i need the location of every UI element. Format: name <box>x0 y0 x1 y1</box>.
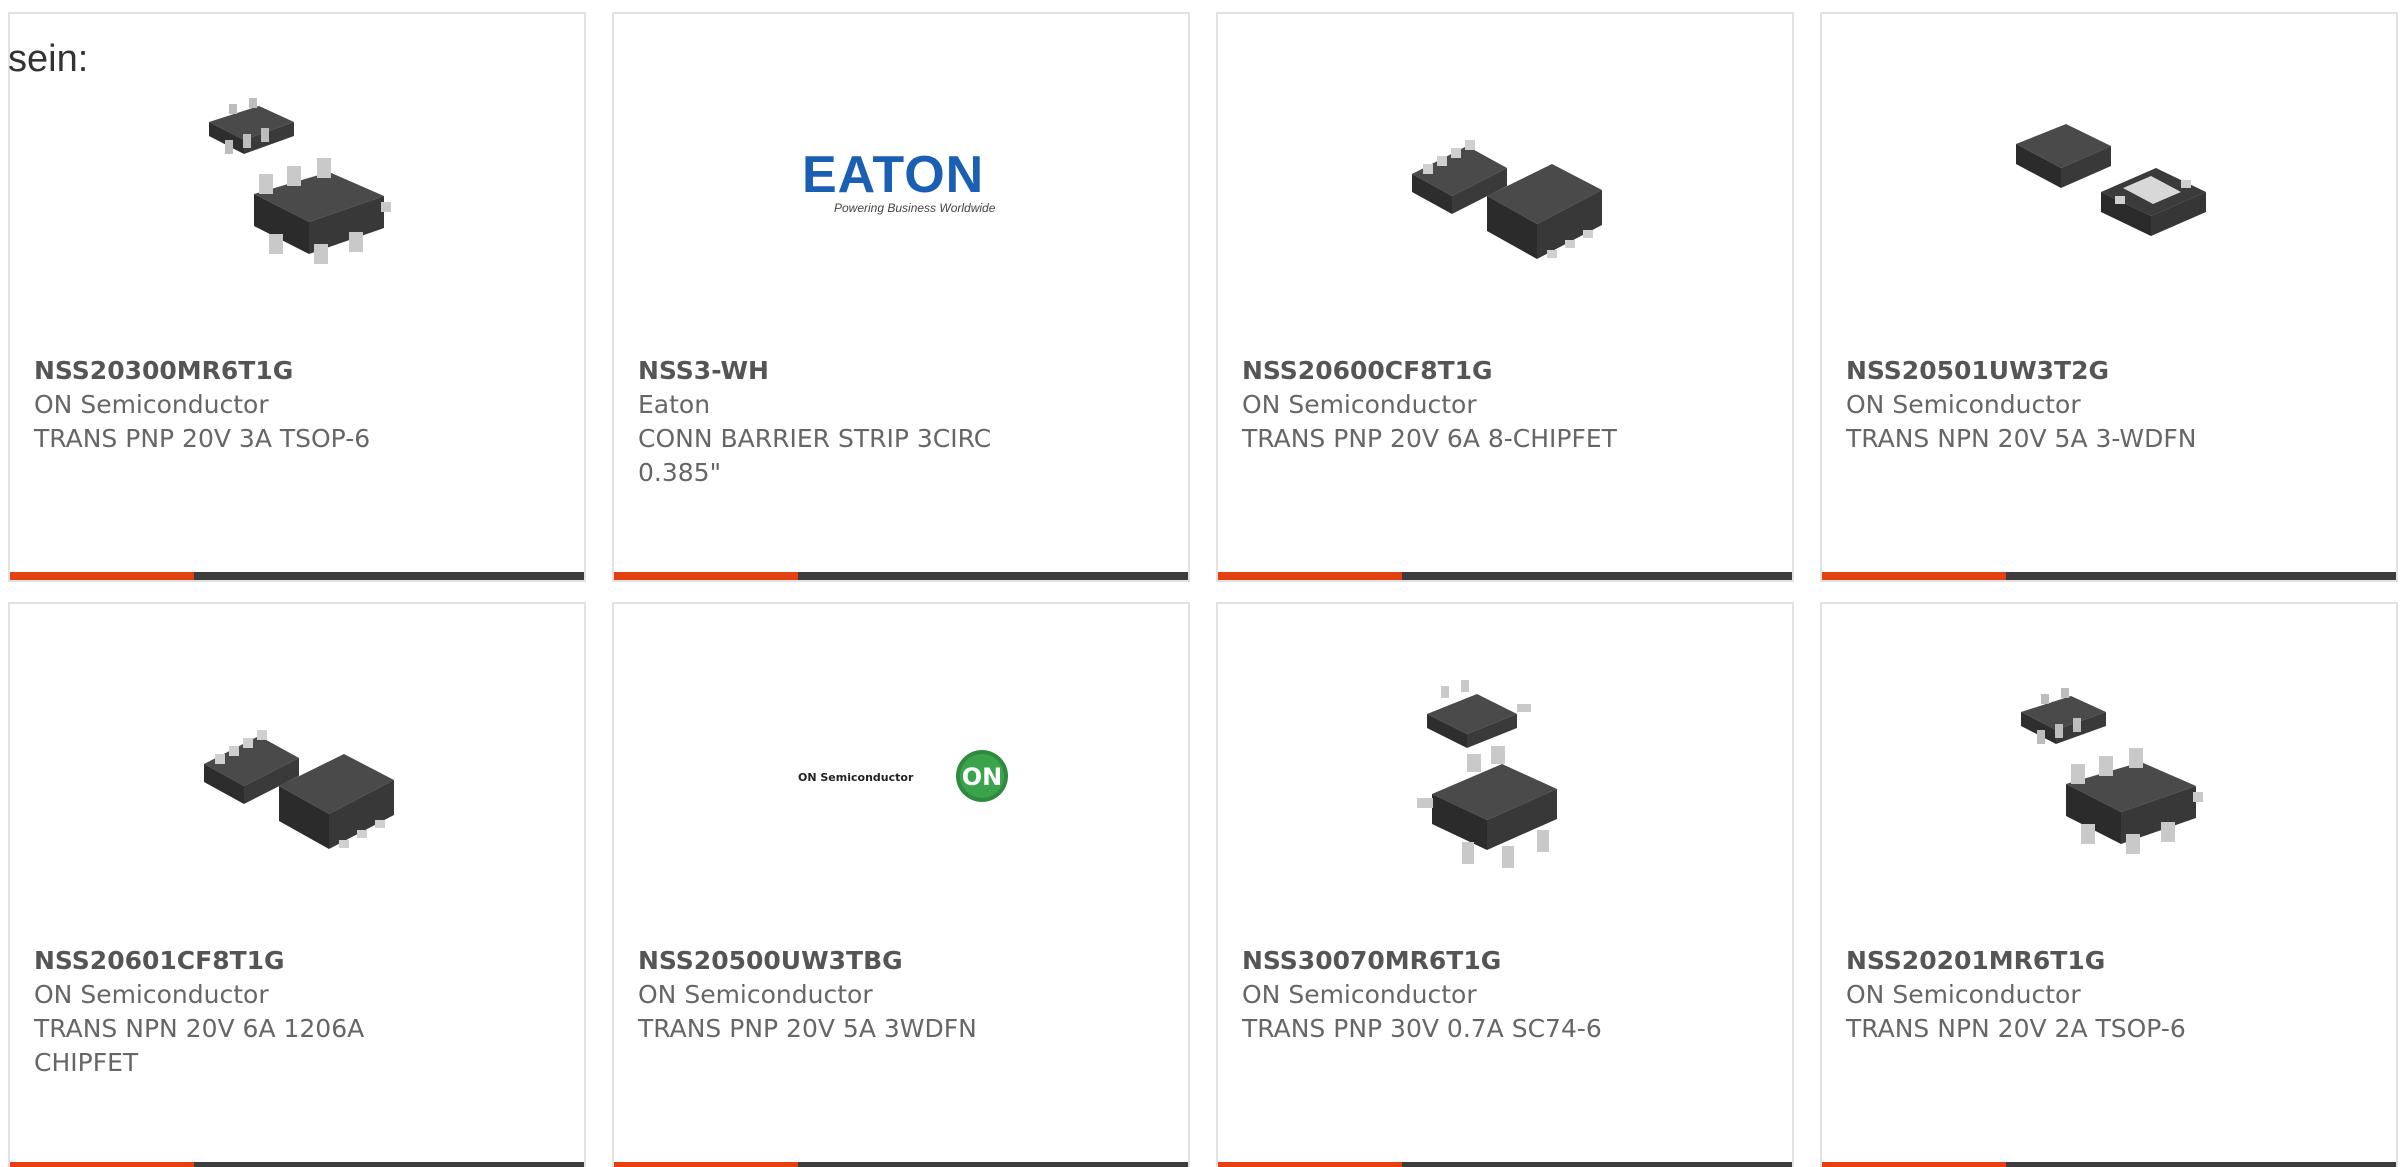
product-info: NSS20300MR6T1G ON Semiconductor TRANS PN… <box>34 354 454 456</box>
product-card[interactable]: NSS20501UW3T2G ON Semiconductor TRANS NP… <box>1820 12 2398 582</box>
product-part-number[interactable]: NSS20300MR6T1G <box>34 354 454 388</box>
product-info: NSS20500UW3TBG ON Semiconductor TRANS PN… <box>638 944 1058 1046</box>
card-bar-accent <box>10 572 194 580</box>
product-card[interactable]: NSS30070MR6T1G ON Semiconductor TRANS PN… <box>1216 602 1794 1167</box>
product-manufacturer: ON Semiconductor <box>34 390 269 419</box>
card-bar-accent <box>1218 1162 1402 1167</box>
card-bar-accent <box>1218 572 1402 580</box>
product-manufacturer: ON Semiconductor <box>1846 980 2081 1009</box>
product-image[interactable] <box>1407 674 1607 874</box>
card-bar <box>1822 1162 2396 1167</box>
product-info: NSS3-WH Eaton CONN BARRIER STRIP 3CIRC 0… <box>638 354 1058 490</box>
product-description: TRANS PNP 20V 3A TSOP-6 <box>34 424 371 453</box>
tsop6-dual-chip-image <box>209 98 391 264</box>
card-bar <box>1218 572 1792 580</box>
product-description: CONN BARRIER STRIP 3CIRC 0.385" <box>638 424 992 487</box>
on-semiconductor-logo: ON Semiconductor ON <box>798 750 1008 802</box>
product-manufacturer: ON Semiconductor <box>34 980 269 1009</box>
card-bar <box>1822 572 2396 580</box>
card-bar <box>614 1162 1188 1167</box>
product-card[interactable]: ON Semiconductor ON NSS20500UW3TBG ON Se… <box>612 602 1190 1167</box>
card-bar <box>614 572 1188 580</box>
lead-text: sein: <box>8 38 89 80</box>
product-card[interactable]: NSS20600CF8T1G ON Semiconductor TRANS PN… <box>1216 12 1794 582</box>
card-bar-accent <box>10 1162 194 1167</box>
product-info: NSS20501UW3T2G ON Semiconductor TRANS NP… <box>1846 354 2266 456</box>
eaton-logo: EATON Powering Business Worldwide <box>802 146 996 215</box>
wdfn-dual-chip-image <box>2016 124 2206 236</box>
product-description: TRANS PNP 30V 0.7A SC74-6 <box>1242 1014 1602 1043</box>
sc74-dual-chip-image <box>1417 680 1557 868</box>
product-image[interactable]: ON Semiconductor ON <box>798 674 1008 874</box>
product-image[interactable] <box>199 84 399 284</box>
chipfet-dual-chip-image <box>204 730 394 849</box>
product-part-number[interactable]: NSS20600CF8T1G <box>1242 354 1662 388</box>
product-description: TRANS PNP 20V 5A 3WDFN <box>638 1014 977 1043</box>
card-bar-accent <box>614 1162 798 1167</box>
product-part-number[interactable]: NSS20500UW3TBG <box>638 944 1058 978</box>
product-manufacturer: Eaton <box>638 390 711 419</box>
product-part-number[interactable]: NSS20201MR6T1G <box>1846 944 2266 978</box>
product-manufacturer: ON Semiconductor <box>1242 980 1477 1009</box>
product-card[interactable]: NSS20201MR6T1G ON Semiconductor TRANS NP… <box>1820 602 2398 1167</box>
product-card[interactable]: NSS20601CF8T1G ON Semiconductor TRANS NP… <box>8 602 586 1167</box>
product-manufacturer: ON Semiconductor <box>1846 390 2081 419</box>
product-image[interactable] <box>1407 84 1607 284</box>
product-manufacturer: ON Semiconductor <box>1242 390 1477 419</box>
card-bar-accent <box>614 572 798 580</box>
svg-text:ON Semiconductor: ON Semiconductor <box>798 771 914 784</box>
product-manufacturer: ON Semiconductor <box>638 980 873 1009</box>
product-image[interactable] <box>2011 84 2211 284</box>
card-bar <box>10 1162 584 1167</box>
tsop6-dual-chip-image <box>2021 688 2203 854</box>
product-description: TRANS NPN 20V 2A TSOP-6 <box>1846 1014 2186 1043</box>
product-description: TRANS NPN 20V 5A 3-WDFN <box>1846 424 2197 453</box>
product-image[interactable] <box>2011 674 2211 874</box>
card-bar-accent <box>1822 572 2006 580</box>
product-image[interactable] <box>199 674 399 874</box>
card-bar <box>10 572 584 580</box>
product-info: NSS20600CF8T1G ON Semiconductor TRANS PN… <box>1242 354 1662 456</box>
product-part-number[interactable]: NSS20501UW3T2G <box>1846 354 2266 388</box>
product-image[interactable]: EATON Powering Business Worldwide <box>798 84 1008 284</box>
svg-text:ON: ON <box>962 763 1003 791</box>
product-description: TRANS NPN 20V 6A 1206A CHIPFET <box>34 1014 365 1077</box>
product-info: NSS20601CF8T1G ON Semiconductor TRANS NP… <box>34 944 454 1080</box>
product-part-number[interactable]: NSS3-WH <box>638 354 1058 388</box>
svg-text:Powering Business Worldwide: Powering Business Worldwide <box>834 201 996 215</box>
chipfet-dual-chip-image <box>1412 140 1602 259</box>
product-card[interactable]: NSS20300MR6T1G ON Semiconductor TRANS PN… <box>8 12 586 582</box>
page: sein: NSS20300MR6T1G ON Semiconductor TR… <box>0 0 2400 1167</box>
product-info: NSS20201MR6T1G ON Semiconductor TRANS NP… <box>1846 944 2266 1046</box>
card-bar-accent <box>1822 1162 2006 1167</box>
svg-text:EATON: EATON <box>802 146 984 204</box>
card-bar <box>1218 1162 1792 1167</box>
product-info: NSS30070MR6T1G ON Semiconductor TRANS PN… <box>1242 944 1662 1046</box>
product-card[interactable]: EATON Powering Business Worldwide NSS3-W… <box>612 12 1190 582</box>
product-description: TRANS PNP 20V 6A 8-CHIPFET <box>1242 424 1617 453</box>
product-part-number[interactable]: NSS20601CF8T1G <box>34 944 454 978</box>
product-part-number[interactable]: NSS30070MR6T1G <box>1242 944 1662 978</box>
